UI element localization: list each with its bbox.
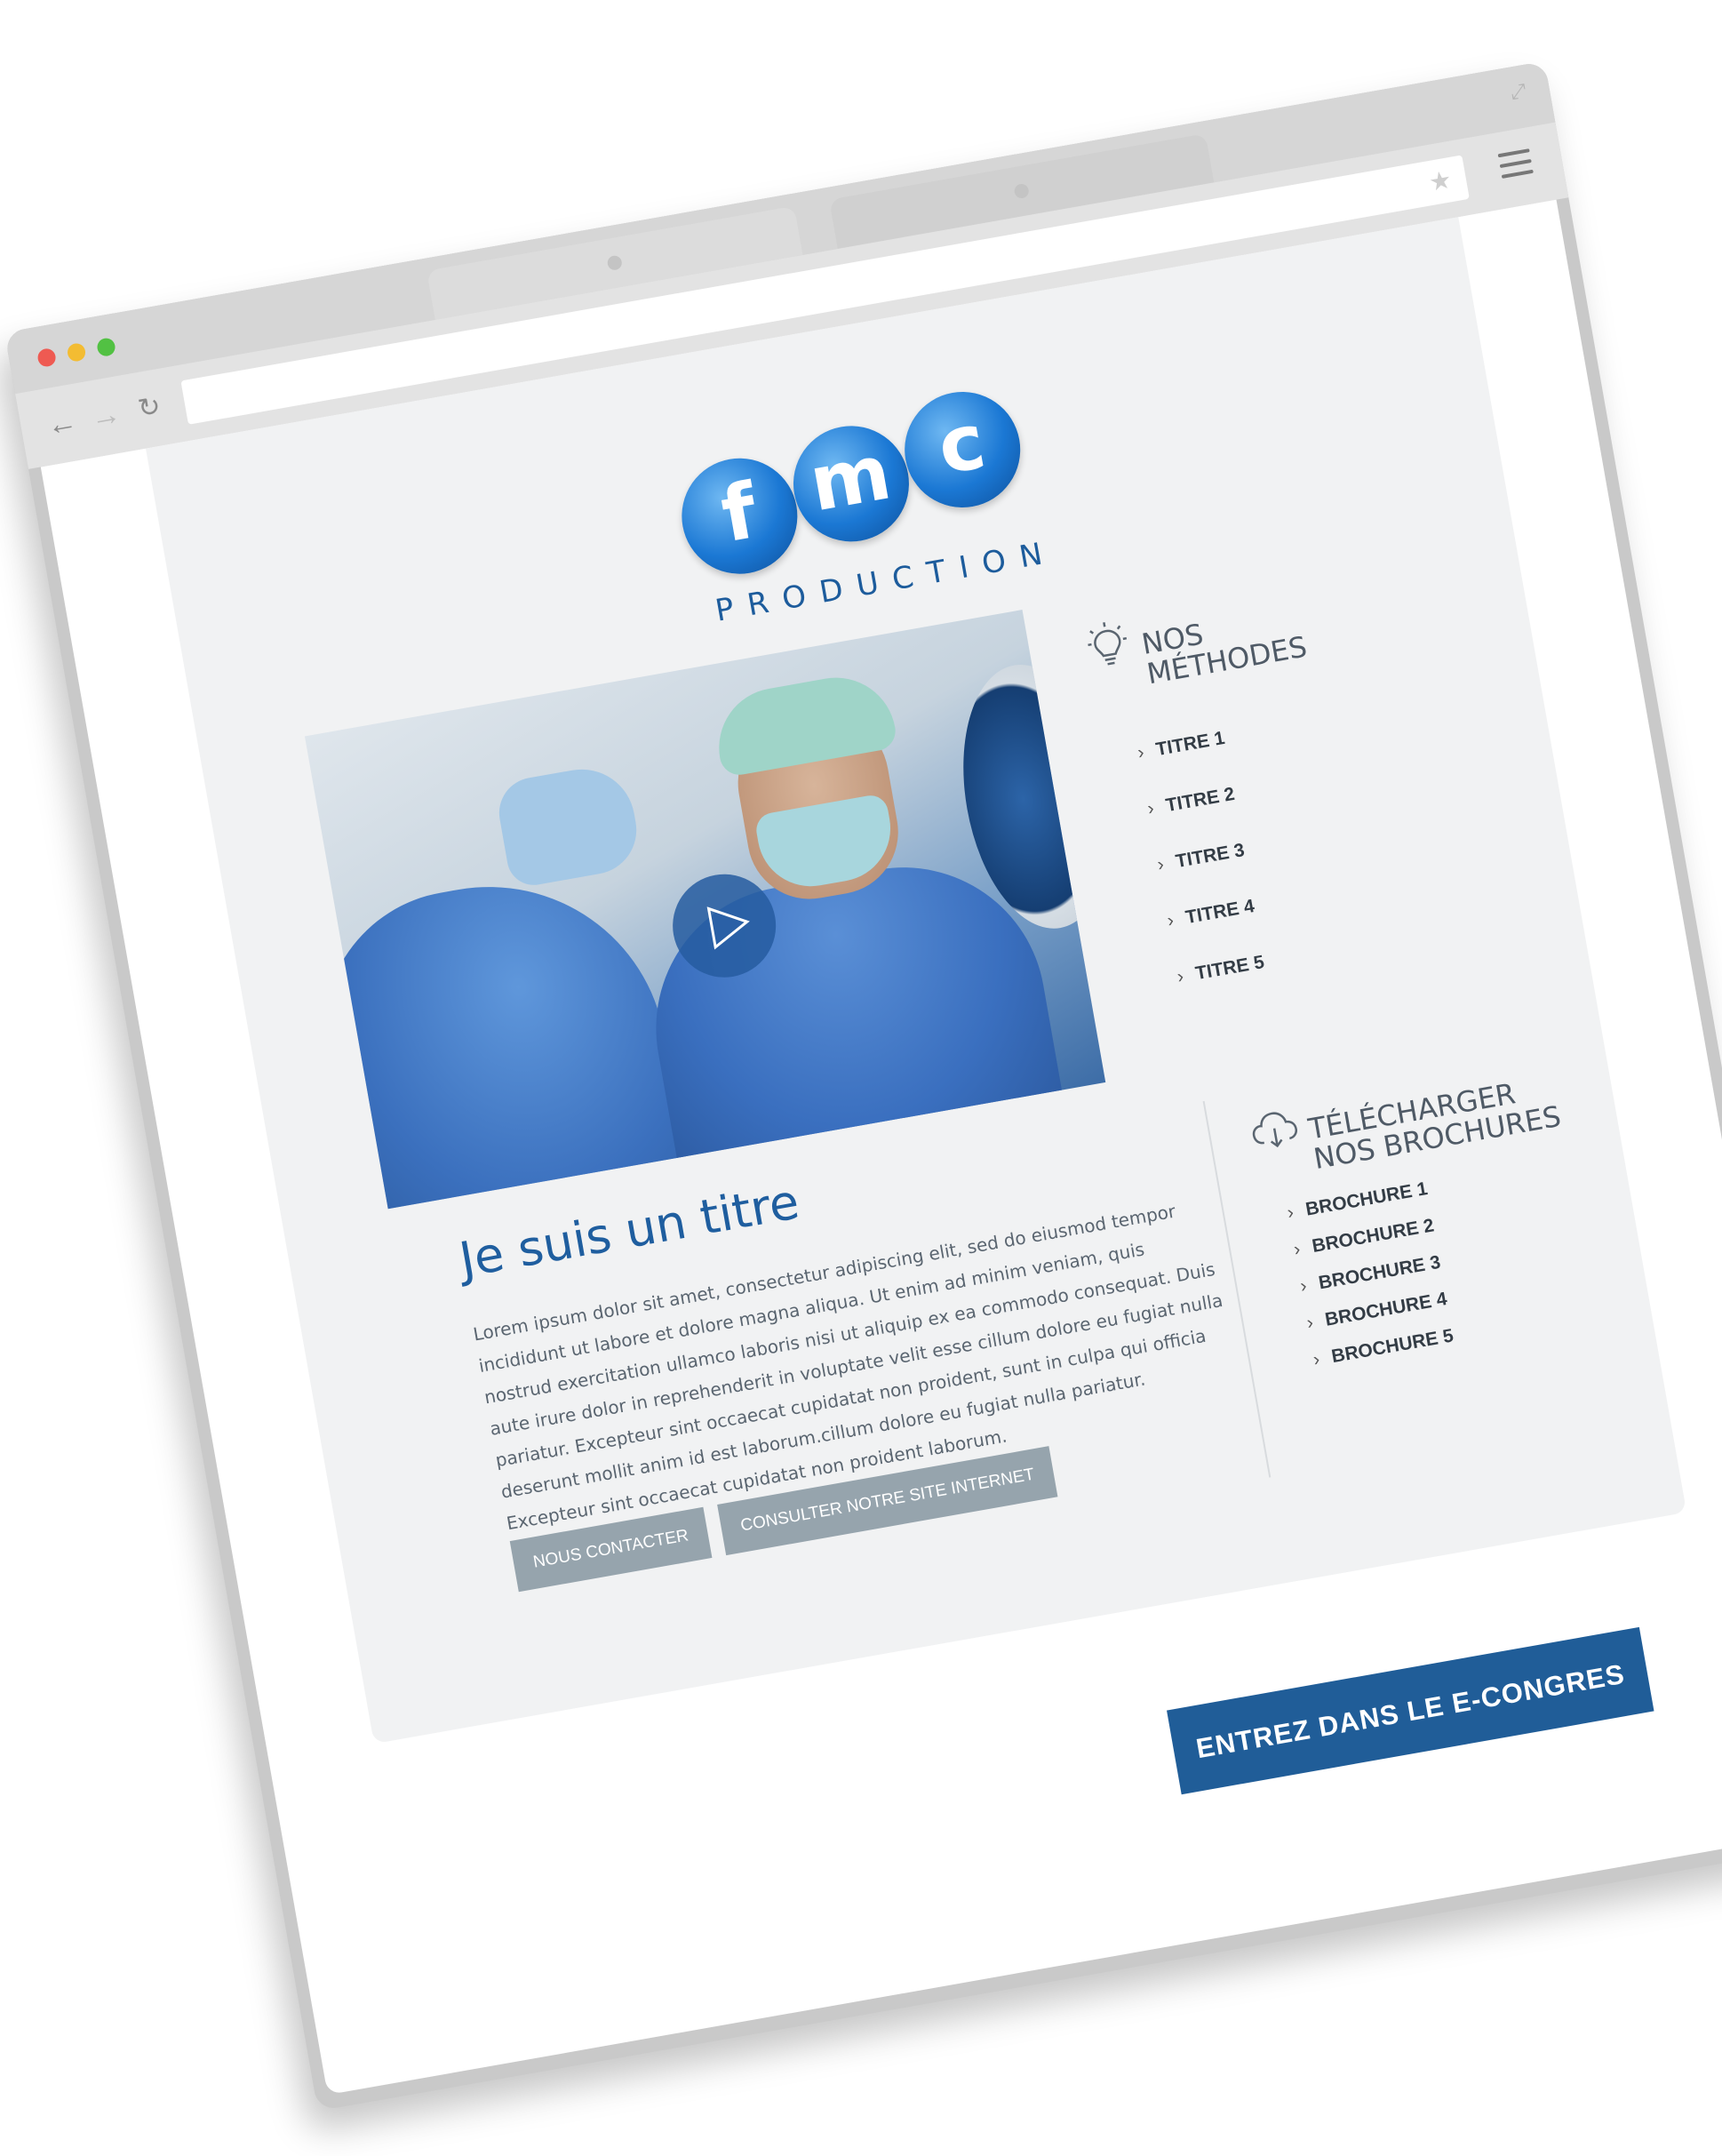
methods-title: NOS MÉTHODES — [1138, 617, 1310, 691]
enter-econgress-button[interactable]: ENTREZ DANS LE E-CONGRES — [1167, 1626, 1654, 1795]
reload-icon[interactable]: ↻ — [129, 387, 170, 428]
page-viewport: f m c PRODUCTION NOS MÉTHODES › TITRE 1 … — [40, 199, 1722, 2096]
maximize-window-button[interactable] — [95, 337, 117, 358]
chevron-right-icon: › — [1304, 1312, 1315, 1334]
minimize-window-button[interactable] — [66, 341, 87, 363]
browser-window: ⤢ ← → ↻ ★ f m c PRODUCTION NOS MÉTHODES … — [4, 60, 1722, 2112]
assistant-mask — [493, 761, 644, 890]
surgery-video-thumbnail[interactable] — [304, 610, 1106, 1210]
methods-list: › TITRE 1 › TITRE 2 › TITRE 3 › TITRE 4 › TIT… — [1133, 710, 1269, 1005]
window-controls — [36, 337, 117, 368]
bookmark-star-icon[interactable]: ★ — [1425, 165, 1456, 197]
chevron-right-icon: › — [1136, 741, 1146, 763]
close-window-button[interactable] — [36, 347, 58, 368]
chevron-right-icon: › — [1285, 1202, 1295, 1224]
fullscreen-icon[interactable]: ⤢ — [1505, 78, 1532, 105]
cloud-download-icon — [1252, 1112, 1298, 1148]
methods-header: NOS MÉTHODES — [1076, 547, 1440, 691]
chevron-right-icon: › — [1165, 909, 1176, 931]
chevron-right-icon: › — [1292, 1238, 1303, 1260]
logo-letter-c: c — [895, 382, 1030, 517]
chevron-right-icon: › — [1175, 966, 1185, 987]
methods-link-label: TITRE 1 — [1154, 727, 1227, 761]
tab-favicon-icon — [1013, 182, 1030, 200]
assistant-figure — [304, 858, 695, 1210]
tab-favicon-icon — [606, 254, 624, 272]
logo-letter-f: f — [673, 449, 807, 584]
brochures-title: TÉLÉCHARGER NOS BROCHURES — [1305, 1075, 1564, 1176]
methods-link-label: TITRE 5 — [1193, 951, 1266, 985]
back-arrow-icon[interactable]: ← — [42, 403, 83, 443]
hamburger-menu-icon[interactable] — [1497, 148, 1535, 186]
chevron-right-icon: › — [1311, 1348, 1321, 1370]
play-icon — [706, 906, 750, 950]
chevron-right-icon: › — [1155, 853, 1166, 875]
brochures-list: › BROCHURE 1 › BROCHURE 2 › BROCHURE 3 › BRO… — [1284, 1170, 1456, 1379]
brochures-header: TÉLÉCHARGER NOS BROCHURES — [1243, 1029, 1624, 1176]
chevron-right-icon: › — [1298, 1275, 1309, 1298]
chevron-right-icon: › — [1145, 797, 1156, 819]
page-canvas: ⤢ ← → ↻ ★ f m c PRODUCTION NOS MÉTHODES … — [0, 0, 1722, 2156]
methods-link-label: TITRE 2 — [1164, 783, 1237, 817]
logo-letter-m: m — [784, 417, 919, 551]
content-panel: f m c PRODUCTION NOS MÉTHODES › TITRE 1 … — [145, 217, 1687, 1745]
methods-link-label: TITRE 4 — [1184, 895, 1256, 929]
brochures-section: TÉLÉCHARGER NOS BROCHURES › BROCHURE 1 › B… — [1243, 1029, 1678, 1479]
methods-link-label: TITRE 3 — [1174, 839, 1247, 873]
lightbulb-icon — [1088, 622, 1128, 666]
methods-section: NOS MÉTHODES › TITRE 1 › TITRE 2 › TITRE 3 … — [1076, 547, 1494, 994]
forward-arrow-icon[interactable]: → — [85, 395, 126, 436]
